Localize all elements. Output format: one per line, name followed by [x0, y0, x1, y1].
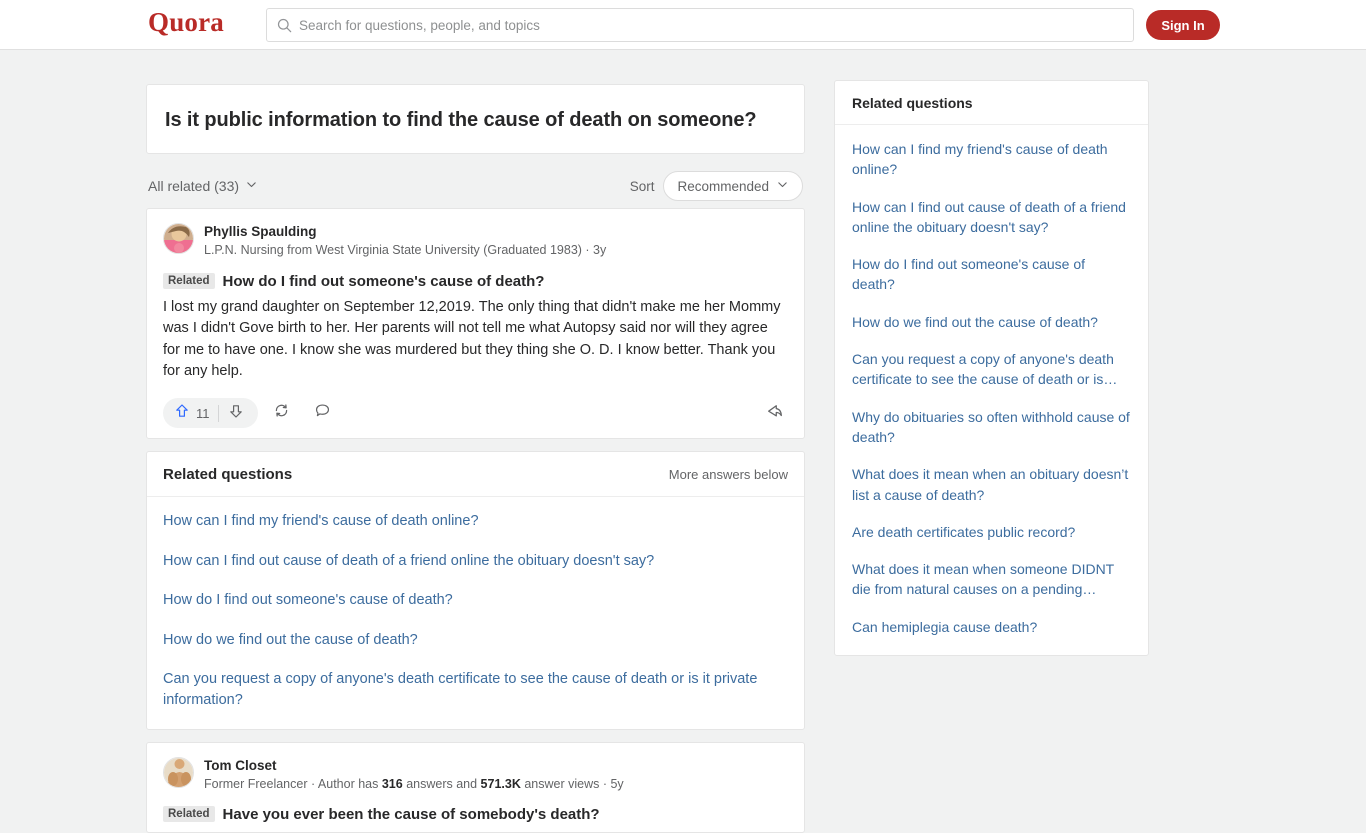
sidebar-related-question-link[interactable]: What does it mean when an obituary doesn… — [852, 464, 1131, 505]
search-input[interactable] — [299, 17, 1079, 33]
related-questions-title: Related questions — [163, 466, 293, 484]
related-questions-list: How can I find my friend's cause of deat… — [147, 497, 804, 728]
top-navigation-bar: Quora Sign In — [0, 0, 1366, 50]
answer-card: Phyllis Spaulding L.P.N. Nursing from We… — [146, 208, 805, 440]
all-related-filter[interactable]: All related (33) — [148, 178, 258, 194]
downvote-button[interactable] — [219, 403, 253, 424]
upvote-button[interactable]: 11 — [168, 403, 218, 424]
author-credential: Former Freelancer · Author has 316 answe… — [204, 776, 624, 793]
sidebar: Related questions How can I find my frie… — [834, 80, 1149, 657]
related-question-link[interactable]: How do I find out someone's cause of dea… — [163, 590, 788, 611]
question-header-card: Is it public information to find the cau… — [146, 84, 805, 154]
avatar[interactable] — [163, 756, 194, 788]
related-questions-header: Related questions More answers below — [147, 452, 804, 498]
all-related-label: All related (33) — [148, 178, 240, 194]
page-body: Is it public information to find the cau… — [0, 50, 1366, 833]
page-title: Is it public information to find the cau… — [165, 109, 757, 131]
sidebar-related-question-link[interactable]: Can hemiplegia cause death? — [852, 617, 1131, 637]
chevron-down-icon — [245, 178, 258, 194]
sort-label: Sort — [629, 178, 655, 194]
comment-button[interactable] — [305, 402, 340, 424]
related-question-link[interactable]: How do we find out the cause of death? — [163, 630, 788, 651]
author-name[interactable]: Tom Closet — [204, 758, 624, 773]
vote-pill: 11 — [163, 398, 258, 429]
answer-actions: 11 — [163, 396, 788, 430]
search-bar[interactable] — [266, 8, 1134, 42]
share-button[interactable] — [766, 402, 788, 425]
sidebar-related-questions-card: Related questions How can I find my frie… — [834, 80, 1149, 657]
answer-related-question-line: Related How do I find out someone's caus… — [163, 272, 788, 291]
sidebar-related-question-link[interactable]: How can I find out cause of death of a f… — [852, 197, 1131, 238]
credential-prefix: Former Freelancer · Author has — [204, 776, 382, 791]
credential-suffix: answer views · 5y — [520, 776, 624, 791]
answers-filter-row: All related (33) Sort Recommended — [146, 164, 805, 208]
author-credential: L.P.N. Nursing from West Virginia State … — [204, 243, 607, 257]
credential-middle: answers and — [402, 776, 481, 791]
sidebar-related-question-link[interactable]: How can I find my friend's cause of deat… — [852, 139, 1131, 180]
avatar[interactable] — [163, 223, 194, 254]
related-questions-card: Related questions More answers below How… — [146, 451, 805, 730]
quora-logo[interactable]: Quora — [148, 7, 224, 38]
sort-value: Recommended — [677, 178, 769, 194]
downvote-icon — [228, 403, 244, 424]
sidebar-related-question-link[interactable]: How do we find out the cause of death? — [852, 312, 1131, 332]
related-badge: Related — [163, 806, 215, 823]
answer-related-question[interactable]: How do I find out someone's cause of dea… — [223, 273, 545, 290]
answer-related-question-line: Related Have you ever been the cause of … — [163, 806, 788, 824]
related-badge: Related — [163, 272, 215, 289]
credential-view-count: 571.3K — [480, 776, 521, 791]
answer-actions-left: 11 — [163, 398, 340, 429]
share-icon — [766, 404, 784, 424]
answer-author-meta: Tom Closet Former Freelancer · Author ha… — [204, 757, 624, 793]
upvote-icon — [174, 403, 190, 424]
sidebar-related-question-link[interactable]: Why do obituaries so often withhold caus… — [852, 407, 1131, 448]
sign-in-button[interactable]: Sign In — [1146, 10, 1220, 40]
answer-author-header: Phyllis Spaulding L.P.N. Nursing from We… — [163, 223, 788, 259]
search-icon — [277, 18, 292, 33]
sidebar-related-questions-title: Related questions — [835, 81, 1148, 125]
answer-author-meta: Phyllis Spaulding L.P.N. Nursing from We… — [204, 223, 606, 259]
upvote-count: 11 — [196, 405, 210, 421]
repost-icon — [273, 402, 290, 424]
sidebar-related-questions-list: How can I find my friend's cause of deat… — [835, 125, 1148, 655]
answer-card: Tom Closet Former Freelancer · Author ha… — [146, 741, 805, 833]
repost-button[interactable] — [264, 402, 299, 424]
sort-dropdown[interactable]: Recommended — [663, 171, 803, 201]
related-question-link[interactable]: Can you request a copy of anyone's death… — [163, 669, 788, 710]
credential-answer-count: 316 — [381, 776, 403, 791]
sidebar-related-question-link[interactable]: What does it mean when someone DIDNT die… — [852, 559, 1131, 600]
sort-group: Sort Recommended — [630, 171, 803, 201]
related-question-link[interactable]: How can I find out cause of death of a f… — [163, 551, 788, 572]
answer-author-header: Tom Closet Former Freelancer · Author ha… — [163, 756, 788, 793]
related-question-link[interactable]: How can I find my friend's cause of deat… — [163, 511, 788, 532]
author-name[interactable]: Phyllis Spaulding — [204, 224, 606, 239]
comment-icon — [314, 402, 331, 424]
chevron-down-icon — [776, 178, 789, 194]
sidebar-related-question-link[interactable]: Are death certificates public record? — [852, 522, 1131, 542]
main-column: Is it public information to find the cau… — [146, 84, 805, 833]
answer-body: I lost my grand daughter on September 12… — [163, 298, 781, 379]
more-answers-below-label[interactable]: More answers below — [669, 467, 788, 482]
answer-related-question[interactable]: Have you ever been the cause of somebody… — [223, 806, 600, 823]
sidebar-related-question-link[interactable]: How do I find out someone's cause of dea… — [852, 254, 1131, 295]
sidebar-related-question-link[interactable]: Can you request a copy of anyone's death… — [852, 349, 1131, 390]
